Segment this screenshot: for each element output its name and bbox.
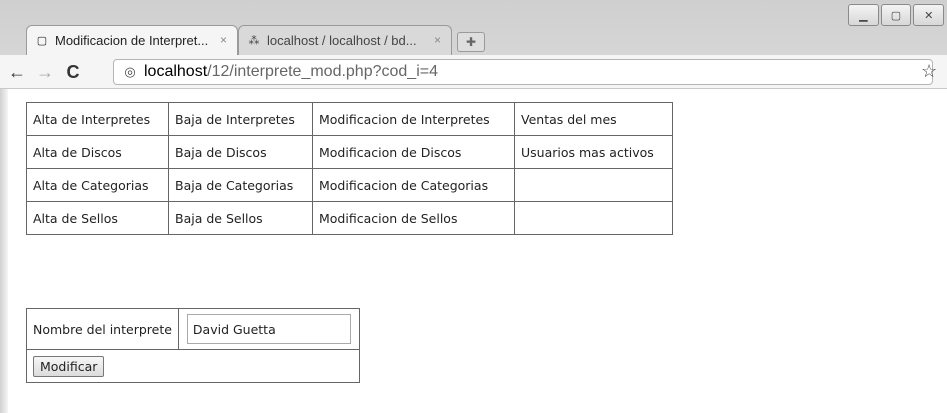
menu-row: Alta de Categorias Baja de Categorias Mo… [26, 168, 673, 202]
menu-link-baja-interpretes[interactable]: Baja de Interpretes [175, 112, 295, 127]
maximize-button[interactable]: ▢ [880, 4, 912, 26]
reload-icon[interactable]: C [62, 61, 84, 83]
menu-row: Alta de Sellos Baja de Sellos Modificaci… [26, 201, 673, 235]
tab-active[interactable]: ▢ Modificacion de Interpret... × [26, 25, 238, 55]
menu-link-alta-categorias[interactable]: Alta de Categorias [33, 178, 149, 193]
interpreter-name-label: Nombre del interprete [26, 308, 179, 350]
back-arrow-icon[interactable]: ← [6, 61, 28, 83]
left-window-edge [0, 89, 8, 413]
menu-cell[interactable]: Baja de Discos [168, 135, 313, 169]
input-cell [177, 308, 360, 350]
form-button-row: Modificar [26, 349, 360, 383]
edit-interpreter-form: Nombre del interprete Modificar [26, 308, 360, 383]
menu-link-baja-discos[interactable]: Baja de Discos [175, 145, 267, 160]
page-icon: ▢ [36, 35, 48, 47]
menu-cell[interactable]: Alta de Discos [26, 135, 169, 169]
menu-link-usuarios-activos[interactable]: Usuarios mas activos [521, 145, 654, 160]
modify-button[interactable]: Modificar [33, 355, 105, 377]
menu-cell[interactable]: Alta de Sellos [26, 201, 169, 235]
menu-cell[interactable]: Modificacion de Sellos [312, 201, 515, 235]
menu-cell-empty [514, 201, 673, 235]
menu-cell[interactable]: Modificacion de Interpretes [312, 102, 515, 136]
close-icon[interactable]: × [434, 33, 441, 47]
tab-inactive[interactable]: ⁂ localhost / localhost / bd... × [238, 25, 452, 55]
bookmark-star-icon[interactable]: ☆ [921, 61, 937, 82]
menu-row: Alta de Discos Baja de Discos Modificaci… [26, 135, 673, 169]
url-text[interactable]: localhost/12/interprete_mod.php?cod_i=4 [144, 63, 438, 81]
tab-strip: ▢ Modificacion de Interpret... × ⁂ local… [0, 0, 947, 55]
menu-link-modificacion-discos[interactable]: Modificacion de Discos [319, 145, 461, 160]
menu-link-modificacion-categorias[interactable]: Modificacion de Categorias [319, 178, 488, 193]
tab-title: localhost / localhost / bd... [267, 33, 417, 48]
interpreter-name-input[interactable] [186, 314, 351, 344]
menu-cell[interactable]: Baja de Sellos [168, 201, 313, 235]
navigation-bar: ← → C ◎ localhost/12/interprete_mod.php?… [0, 55, 947, 89]
minimize-button[interactable]: ▁ [848, 4, 879, 26]
page-info-icon[interactable]: ◎ [122, 64, 138, 80]
close-window-button[interactable]: ✕ [913, 4, 945, 26]
address-bar[interactable]: ◎ localhost/12/interprete_mod.php?cod_i=… [113, 59, 933, 85]
tab-title: Modificacion de Interpret... [55, 33, 209, 48]
page-content: Alta de Interpretes Baja de Interpretes … [0, 89, 947, 413]
admin-menu-table: Alta de Interpretes Baja de Interpretes … [26, 102, 673, 235]
menu-link-alta-interpretes[interactable]: Alta de Interpretes [33, 112, 150, 127]
new-tab-button[interactable]: ✚ [457, 32, 485, 52]
menu-cell[interactable]: Ventas del mes [514, 102, 673, 136]
menu-link-modificacion-interpretes[interactable]: Modificacion de Interpretes [319, 112, 490, 127]
menu-link-ventas-mes[interactable]: Ventas del mes [521, 112, 617, 127]
browser-chrome: ▢ Modificacion de Interpret... × ⁂ local… [0, 0, 947, 89]
menu-cell[interactable]: Alta de Categorias [26, 168, 169, 202]
window-controls: ▁ ▢ ✕ [848, 4, 945, 26]
menu-link-alta-sellos[interactable]: Alta de Sellos [33, 211, 118, 226]
menu-cell[interactable]: Baja de Categorias [168, 168, 313, 202]
menu-cell[interactable]: Alta de Interpretes [26, 102, 169, 136]
phpmyadmin-icon: ⁂ [248, 35, 260, 47]
form-row: Nombre del interprete [26, 308, 360, 350]
menu-link-alta-discos[interactable]: Alta de Discos [33, 145, 122, 160]
menu-cell[interactable]: Modificacion de Categorias [312, 168, 515, 202]
menu-link-baja-sellos[interactable]: Baja de Sellos [175, 211, 263, 226]
menu-cell[interactable]: Modificacion de Discos [312, 135, 515, 169]
menu-link-modificacion-sellos[interactable]: Modificacion de Sellos [319, 211, 457, 226]
forward-arrow-icon[interactable]: → [34, 61, 56, 83]
close-icon[interactable]: × [220, 33, 227, 47]
menu-cell[interactable]: Baja de Interpretes [168, 102, 313, 136]
button-cell: Modificar [26, 349, 360, 383]
menu-link-baja-categorias[interactable]: Baja de Categorias [175, 178, 293, 193]
menu-cell[interactable]: Usuarios mas activos [514, 135, 673, 169]
menu-row: Alta de Interpretes Baja de Interpretes … [26, 102, 673, 136]
menu-cell-empty [514, 168, 673, 202]
